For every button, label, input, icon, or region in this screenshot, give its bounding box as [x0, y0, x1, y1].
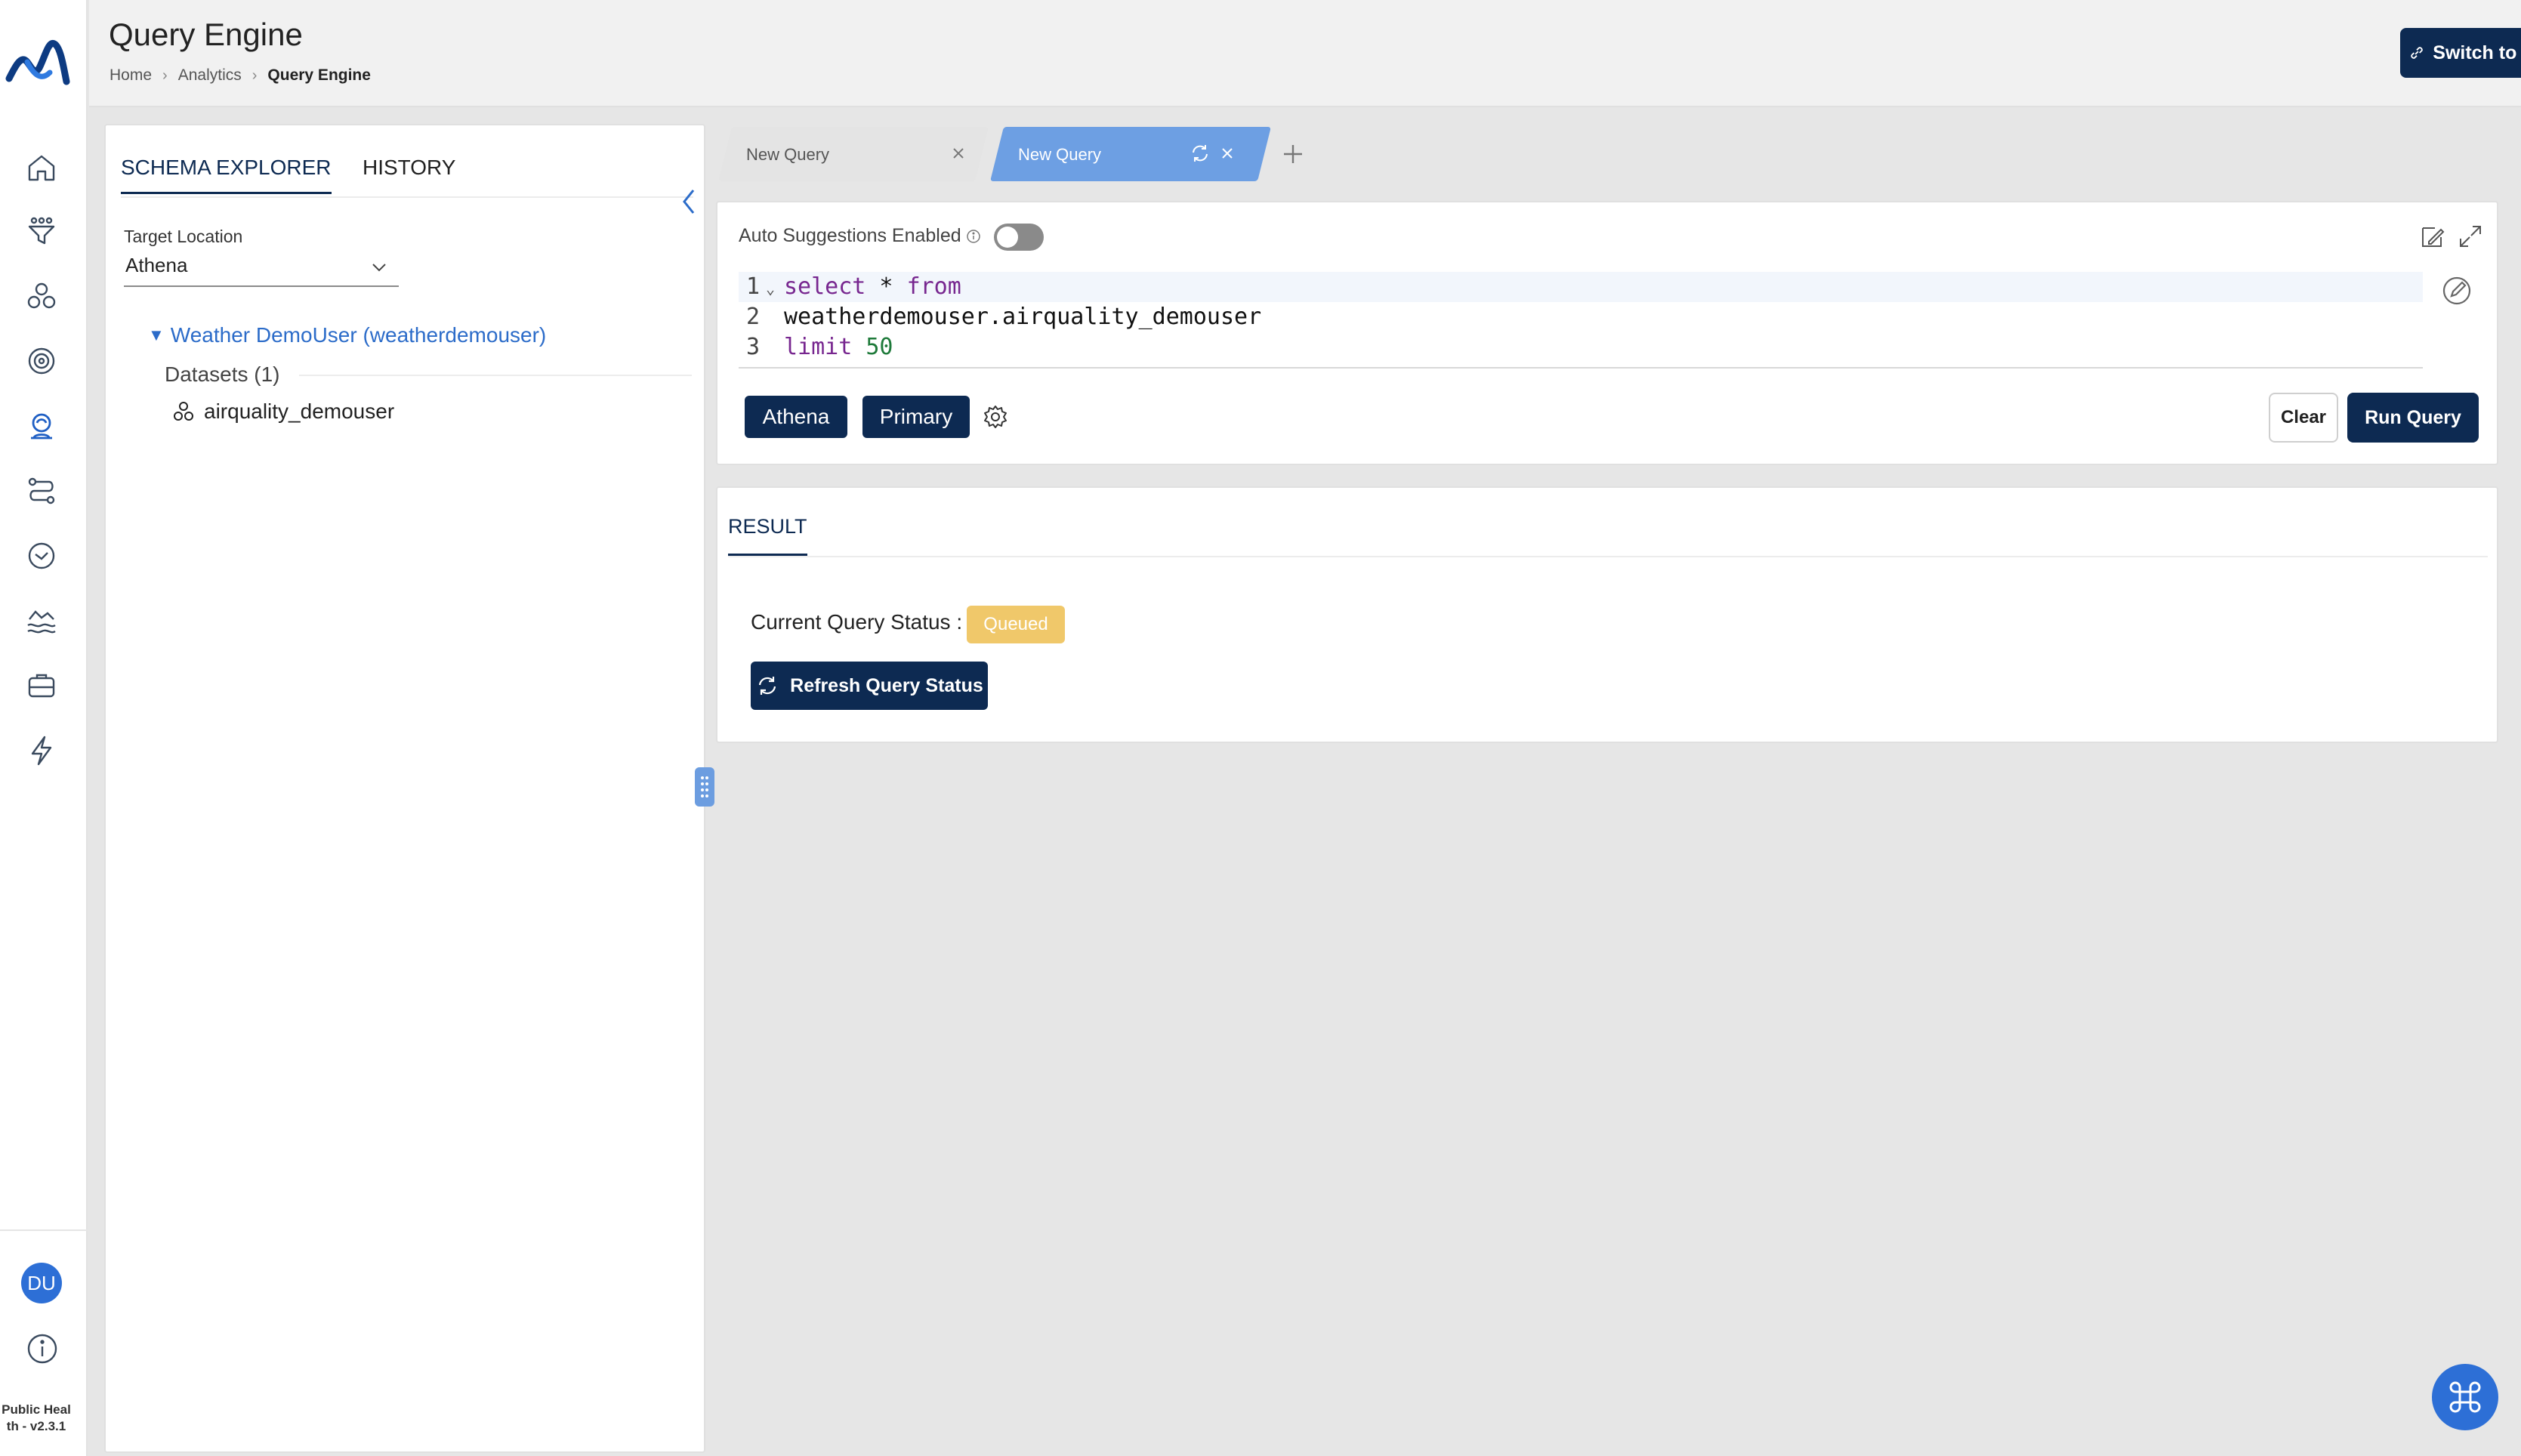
app-version: Public Heal th - v2.3.1 [0, 1402, 73, 1435]
sql-keyword: from [906, 273, 961, 300]
data-lake-icon[interactable] [20, 600, 63, 642]
tree-node-user[interactable]: ▼ Weather DemoUser (weatherdemouser) [148, 323, 546, 347]
drag-dots-icon [701, 776, 708, 797]
sql-keyword: select [784, 273, 866, 300]
info-icon[interactable] [24, 1331, 60, 1367]
datasets-divider [299, 375, 692, 376]
app-logo[interactable] [5, 29, 71, 89]
code-line-1: 1 ⌄ select * from [739, 272, 2423, 302]
line-number: 2 [746, 304, 761, 330]
dataset-name: airquality_demouser [204, 399, 395, 423]
left-navigation: DU Public Heal th - v2.3.1 [0, 0, 88, 1456]
engine-chip[interactable]: Athena [745, 396, 847, 438]
link-icon [2411, 47, 2424, 59]
result-card: RESULT Current Query Status : Queued Ref… [716, 486, 2498, 743]
workgroup-chip[interactable]: Primary [862, 396, 970, 438]
dataset-icon [174, 402, 193, 421]
add-tab-icon[interactable] [1279, 140, 1307, 168]
storage-icon[interactable] [20, 665, 63, 707]
refresh-query-status-button[interactable]: Refresh Query Status [751, 662, 988, 710]
sql-keyword: limit [784, 334, 853, 360]
tab-schema-explorer[interactable]: SCHEMA EXPLORER [121, 156, 332, 194]
format-query-icon[interactable] [2418, 222, 2447, 251]
schema-panel: SCHEMA EXPLORER HISTORY Target Location … [104, 124, 705, 1453]
datasets-icon[interactable] [20, 275, 63, 317]
tab-history[interactable]: HISTORY [363, 156, 455, 180]
breadcrumb-current: Query Engine [267, 66, 371, 84]
resize-handle[interactable] [695, 767, 714, 807]
target-location-value: Athena [125, 254, 188, 276]
tree-node-label: Weather DemoUser (weatherdemouser) [170, 323, 547, 347]
expand-icon[interactable] [2456, 222, 2485, 251]
target-location-label: Target Location [124, 227, 243, 246]
pipeline-icon[interactable] [20, 470, 63, 512]
query-status-label: Current Query Status : [751, 610, 963, 634]
switch-to-classic-button[interactable]: Switch to classic [2400, 28, 2521, 78]
refresh-icon [759, 677, 776, 695]
collapse-panel-icon[interactable] [678, 184, 701, 219]
home-icon[interactable] [20, 147, 63, 189]
avatar[interactable]: DU [21, 1263, 62, 1303]
command-palette-button[interactable] [2432, 1364, 2498, 1430]
refresh-icon[interactable] [1189, 142, 1211, 165]
info-icon[interactable] [966, 229, 981, 244]
query-editor-card: Auto Suggestions Enabled 1 ⌄ select * fro… [716, 201, 2498, 465]
nav-divider [0, 1229, 88, 1231]
status-badge: Queued [967, 606, 1065, 643]
datasets-heading: Datasets (1) [165, 362, 280, 386]
fold-chevron-icon[interactable]: ⌄ [766, 273, 775, 304]
query-tab-1[interactable]: New Query [718, 127, 989, 181]
avatar-initials: DU [27, 1271, 56, 1294]
auto-suggestions-toggle[interactable] [994, 224, 1044, 251]
query-tab-label: New Query [746, 145, 830, 164]
tab-result[interactable]: RESULT [728, 515, 807, 556]
clear-button[interactable]: Clear [2269, 393, 2338, 443]
switch-to-classic-label: Switch to classic [2433, 42, 2521, 63]
query-tab-2[interactable]: New Query [990, 127, 1271, 181]
auto-suggestions-label: Auto Suggestions Enabled [739, 225, 981, 247]
edit-circle-icon[interactable] [2439, 273, 2474, 308]
close-icon[interactable] [1217, 143, 1237, 163]
lightning-icon[interactable] [20, 730, 63, 772]
target-icon[interactable] [20, 340, 63, 382]
target-location-select[interactable]: Athena [124, 251, 399, 287]
code-line-3: 3 limit 50 [739, 332, 2423, 362]
clock-icon[interactable] [20, 535, 63, 577]
chevron-down-icon [372, 264, 386, 272]
auto-suggestions-text: Auto Suggestions Enabled [739, 225, 961, 246]
close-icon[interactable] [949, 143, 968, 163]
chevron-right-icon: › [162, 66, 168, 84]
refresh-query-status-label: Refresh Query Status [790, 674, 983, 696]
command-icon [2449, 1381, 2481, 1413]
toggle-knob [997, 227, 1018, 248]
tabs-divider [121, 196, 693, 198]
sql-symbol: * [866, 273, 907, 300]
sql-number: 50 [866, 334, 893, 360]
breadcrumb-home[interactable]: Home [110, 66, 152, 85]
expand-triangle-icon[interactable]: ▼ [148, 325, 165, 345]
gear-icon[interactable] [982, 403, 1009, 430]
query-tab-label: New Query [1018, 145, 1102, 164]
page-header: Query Engine Home › Analytics › Query En… [89, 0, 2521, 107]
filter-funnel-icon[interactable] [20, 210, 63, 252]
breadcrumb-analytics[interactable]: Analytics [178, 66, 242, 85]
dataset-item[interactable]: airquality_demouser [171, 399, 394, 424]
code-line-2: 2 weatherdemouser.airquality_demouser [739, 302, 2423, 332]
result-divider [728, 556, 2488, 557]
chevron-right-icon: › [251, 66, 258, 84]
app-version-line-2: th - v2.3.1 [6, 1419, 66, 1433]
breadcrumb: Home › Analytics › Query Engine [110, 66, 371, 85]
app-version-line-1: Public Heal [2, 1402, 71, 1417]
query-engine-icon[interactable] [20, 405, 63, 447]
run-query-button[interactable]: Run Query [2347, 393, 2479, 443]
page-title: Query Engine [109, 17, 303, 52]
line-number: 3 [746, 334, 761, 360]
sql-table-name: weatherdemouser.airquality_demouser [784, 304, 1262, 330]
sql-code-editor[interactable]: 1 ⌄ select * from 2 weatherdemouser.airqu… [739, 272, 2423, 369]
line-number: 1 [746, 273, 761, 300]
